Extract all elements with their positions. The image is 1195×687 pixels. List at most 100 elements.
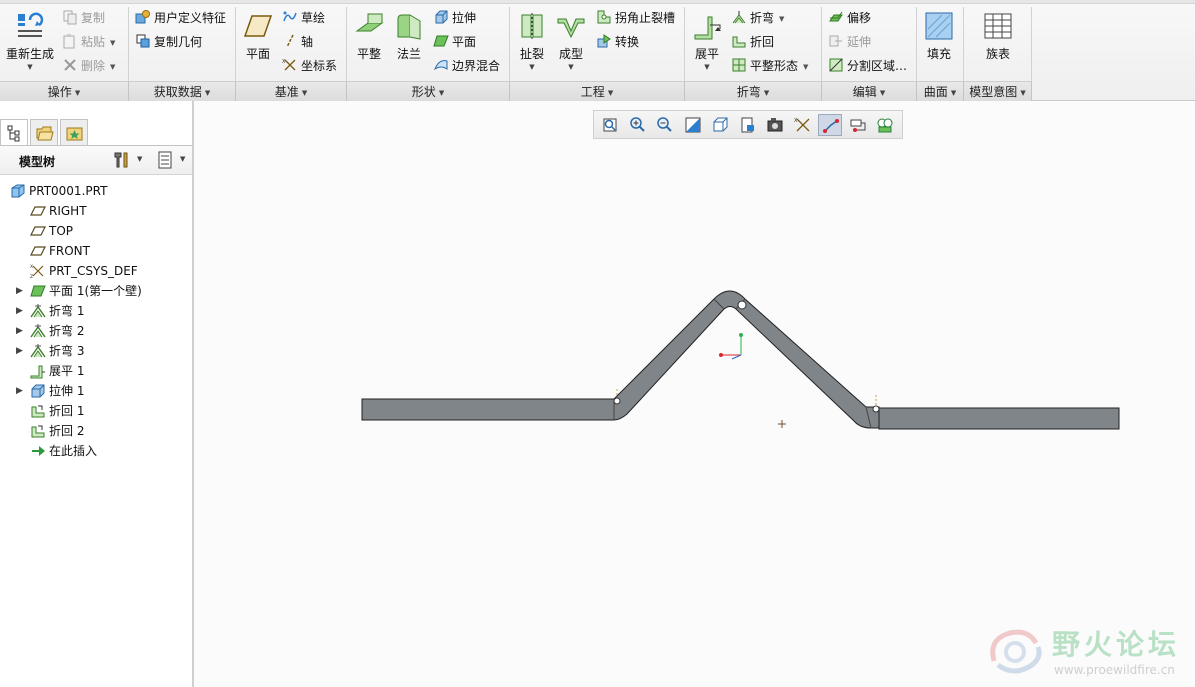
tree-item[interactable]: ▶ 折弯 1 [0, 301, 192, 321]
tree-item[interactable]: X Z PRT_CSYS_DEF [0, 261, 192, 281]
sheetmetal-part[interactable] [361, 290, 1120, 430]
split-area-button[interactable]: 分割区域… [828, 56, 907, 76]
settings-tools-icon[interactable] [112, 151, 130, 169]
expand-arrow-icon[interactable]: ▶ [16, 341, 23, 361]
tree-item[interactable]: ▶ 拉伸 1 [0, 381, 192, 401]
group-label-bend[interactable]: 折弯 ▼ [685, 81, 822, 101]
tree-item-label: FRONT [49, 244, 90, 258]
form-dropdown-icon[interactable]: ▼ [548, 63, 594, 71]
extend-button[interactable]: 延伸 [828, 32, 871, 52]
paste-button[interactable]: 粘贴 ▼ [62, 32, 115, 52]
delete-dropdown-icon[interactable]: ▼ [110, 63, 115, 71]
flat-state-dropdown-icon[interactable]: ▼ [803, 63, 808, 71]
tree-item[interactable]: 折回 2 [0, 421, 192, 441]
tree-item[interactable]: ▶ 折弯 3 [0, 341, 192, 361]
tree-item[interactable]: ▶ 平面 1(第一个壁) [0, 281, 192, 301]
convert-button[interactable]: 转换 [596, 32, 639, 52]
datum-plane-label: 平面 [245, 47, 270, 61]
csys-icon: X [282, 59, 296, 71]
group-label-operations[interactable]: 操作 ▼ [0, 81, 129, 101]
expand-arrow-icon[interactable]: ▶ [16, 301, 23, 321]
paste-dropdown-icon[interactable]: ▼ [110, 39, 115, 47]
group-label-shapes[interactable]: 形状 ▼ [347, 81, 510, 101]
axis-button[interactable]: 轴 [282, 32, 313, 52]
tree-item[interactable]: ▶ 折弯 2 [0, 321, 192, 341]
corner-relief-button[interactable]: 拐角止裂槽 [596, 8, 675, 28]
group-label-surfaces[interactable]: 曲面 ▼ [917, 81, 964, 101]
settings-dropdown-icon[interactable]: ▼ [137, 155, 142, 163]
copy-button[interactable]: 复制 [62, 8, 105, 28]
expand-arrow-icon[interactable]: ▶ [16, 381, 23, 401]
unbend-icon [30, 365, 45, 379]
bent-walls[interactable] [613, 290, 880, 429]
family-table-button[interactable]: 族表 [973, 9, 1023, 79]
copy-icon [63, 10, 77, 25]
group-label-editing[interactable]: 编辑 ▼ [822, 81, 917, 101]
udf-label: 用户定义特征 [154, 11, 227, 25]
bend-back-button[interactable]: 折回 [731, 32, 774, 52]
left-flat-wall[interactable] [361, 398, 615, 421]
tree-item[interactable]: 在此插入 [0, 441, 192, 461]
favorites-icon [66, 127, 83, 141]
flange-button[interactable]: 法兰 [385, 9, 433, 79]
group-label-model-intent[interactable]: 模型意图 ▼ [964, 81, 1032, 101]
datum-plane-button[interactable]: 平面 [234, 9, 282, 79]
corner-relief-label: 拐角止裂槽 [615, 11, 676, 25]
model-tree-icon [7, 125, 20, 142]
bend-icon [30, 304, 46, 318]
group-label-get-data[interactable]: 获取数据 ▼ [129, 81, 236, 101]
bend-button[interactable]: 折弯 ▼ [731, 8, 784, 28]
model-view[interactable] [196, 101, 1195, 687]
extrude-icon [435, 10, 448, 24]
offset-button[interactable]: 偏移 [828, 8, 871, 28]
tree-item[interactable]: PRT0001.PRT [0, 181, 192, 201]
extrude-button[interactable]: 拉伸 [433, 8, 476, 28]
tree-item[interactable]: 展平 1 [0, 361, 192, 381]
group-label-datum[interactable]: 基准 ▼ [236, 81, 347, 101]
tree-item[interactable]: TOP [0, 221, 192, 241]
regenerate-button[interactable]: 重新生成 ▼ [5, 9, 55, 79]
csys-label: 坐标系 [301, 59, 338, 73]
tree-item[interactable]: 折回 1 [0, 401, 192, 421]
unbend-dropdown-icon[interactable]: ▼ [684, 63, 730, 71]
regenerate-dropdown-icon[interactable]: ▼ [5, 63, 55, 71]
copy-geometry-icon [136, 34, 150, 48]
bend-icon [732, 11, 746, 24]
expand-arrow-icon[interactable]: ▶ [16, 321, 23, 341]
tab-model-tree[interactable] [0, 119, 28, 146]
group-shapes: 平整 法兰 拉伸 平面 边界混合 形状 ▼ [347, 5, 510, 101]
expand-arrow-icon[interactable]: ▶ [16, 281, 23, 301]
show-columns-icon[interactable] [156, 151, 174, 169]
bend-dropdown-icon[interactable]: ▼ [779, 15, 784, 23]
boundary-blend-button[interactable]: 边界混合 [433, 56, 500, 76]
right-flat-wall[interactable] [878, 407, 1120, 430]
flat-state-button[interactable]: 平整形态 ▼ [731, 56, 808, 76]
form-button[interactable]: 成型 ▼ [548, 9, 594, 79]
planar-wall-icon [30, 285, 46, 297]
bend-icon [30, 344, 46, 358]
tree-item-label: 折弯 2 [49, 324, 85, 338]
udf-button[interactable]: 用户定义特征 [135, 8, 226, 28]
sketch-button[interactable]: 草绘 [282, 8, 325, 28]
show-dropdown-icon[interactable]: ▼ [180, 155, 185, 163]
tree-item-label: PRT_CSYS_DEF [49, 264, 138, 278]
group-label-engineering[interactable]: 工程 ▼ [510, 81, 685, 101]
copy-geometry-button[interactable]: 复制几何 [135, 32, 202, 52]
graphics-window[interactable]: X 野火论坛 www.proewildfire.cn [196, 101, 1195, 687]
delete-button[interactable]: 删除 ▼ [62, 56, 115, 76]
csys-button[interactable]: X 坐标系 [282, 56, 337, 76]
planar-button[interactable]: 平面 [433, 32, 476, 52]
tree-item[interactable]: RIGHT [0, 201, 192, 221]
boundary-blend-label: 边界混合 [452, 59, 501, 73]
unbend-button[interactable]: 展平 ▼ [684, 9, 730, 79]
extrude-icon [31, 384, 45, 398]
fill-button[interactable]: 填充 [916, 9, 962, 79]
tab-folder-browser[interactable] [30, 119, 58, 145]
rip-icon [521, 13, 543, 39]
tab-favorites[interactable] [60, 119, 88, 145]
axis-label: 轴 [301, 35, 314, 49]
tree-item[interactable]: FRONT [0, 241, 192, 261]
sketch-icon [283, 11, 297, 22]
copy-label: 复制 [81, 11, 106, 25]
planar-wall-icon [433, 35, 449, 47]
